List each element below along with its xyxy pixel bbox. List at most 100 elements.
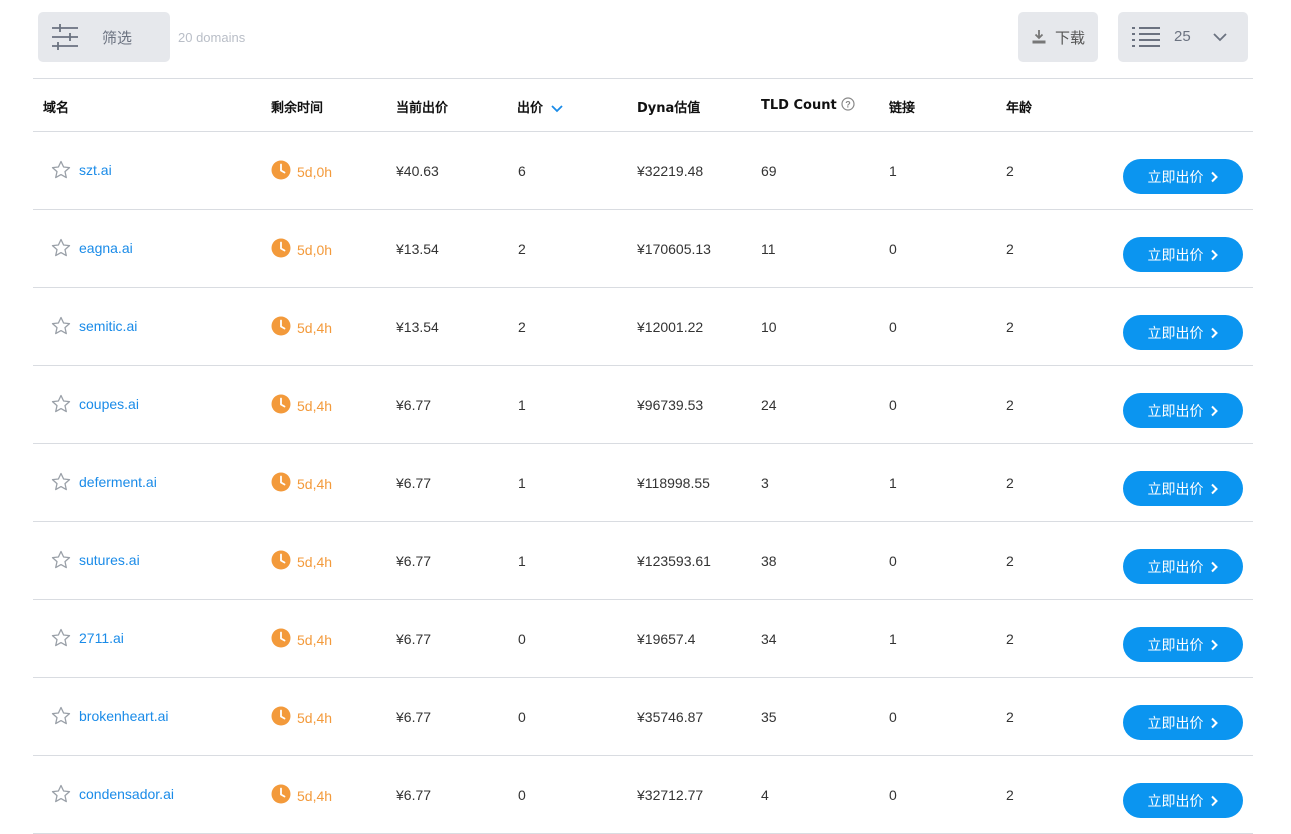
star-icon[interactable] xyxy=(51,394,71,414)
time-left-text: 5d,4h xyxy=(297,632,333,648)
dyna-value: ¥32712.77 xyxy=(637,787,704,803)
bid-now-button[interactable]: 立即出价 xyxy=(1123,393,1243,428)
dyna-value: ¥170605.13 xyxy=(637,241,711,257)
filter-label: 筛选 xyxy=(102,28,133,47)
clock-icon xyxy=(271,394,291,414)
col-dyna[interactable]: Dyna估值 xyxy=(637,97,700,116)
dyna-value: ¥12001.22 xyxy=(637,319,704,335)
star-icon[interactable] xyxy=(51,472,71,492)
star-icon[interactable] xyxy=(51,784,71,804)
bid-now-label: 立即出价 xyxy=(1147,325,1204,342)
page-size-value: 25 xyxy=(1174,28,1191,45)
chevron-right-icon xyxy=(1210,171,1218,182)
link-count: 0 xyxy=(889,553,897,569)
bid-count: 0 xyxy=(518,787,526,803)
help-icon[interactable]: ? xyxy=(841,97,855,111)
link-count: 0 xyxy=(889,709,897,725)
clock-icon xyxy=(271,784,291,804)
bid-now-button[interactable]: 立即出价 xyxy=(1123,549,1243,584)
col-current-bid[interactable]: 当前出价 xyxy=(396,97,448,116)
tld-count: 3 xyxy=(761,475,769,491)
time-left: 5d,4h xyxy=(271,316,332,336)
bid-now-label: 立即出价 xyxy=(1147,169,1204,186)
star-icon[interactable] xyxy=(51,160,71,180)
bid-count: 6 xyxy=(518,163,526,179)
age: 2 xyxy=(1006,397,1014,413)
star-icon[interactable] xyxy=(51,706,71,726)
age: 2 xyxy=(1006,163,1014,179)
link-count: 1 xyxy=(889,475,897,491)
time-left-text: 5d,0h xyxy=(297,164,333,180)
age: 2 xyxy=(1006,709,1014,725)
star-icon[interactable] xyxy=(51,316,71,336)
col-bids[interactable]: 出价 xyxy=(517,97,563,116)
download-button[interactable]: 下载 xyxy=(1018,12,1098,62)
domain-link[interactable]: 2711.ai xyxy=(79,630,124,646)
star-icon[interactable] xyxy=(51,550,71,570)
col-age[interactable]: 年龄 xyxy=(1006,97,1032,116)
current-bid: ¥6.77 xyxy=(396,397,432,413)
col-tld-count[interactable]: TLD Count? xyxy=(761,97,855,113)
col-tld-count-label: TLD Count xyxy=(761,98,837,113)
table-row: deferment.ai 5d,4h ¥6.77 1 ¥118998.55 3 … xyxy=(33,444,1253,522)
clock-icon xyxy=(271,160,291,180)
bid-count: 2 xyxy=(518,241,526,257)
table-row: coupes.ai 5d,4h ¥6.77 1 ¥96739.53 24 0 2… xyxy=(33,366,1253,444)
time-left: 5d,0h xyxy=(271,238,332,258)
filter-button[interactable]: 筛选 xyxy=(38,12,170,62)
link-count: 0 xyxy=(889,397,897,413)
domain-link[interactable]: semitic.ai xyxy=(79,318,137,334)
time-left-text: 5d,4h xyxy=(297,554,333,570)
bid-now-button[interactable]: 立即出价 xyxy=(1123,315,1243,350)
domain-link[interactable]: szt.ai xyxy=(79,162,112,178)
table-row: sutures.ai 5d,4h ¥6.77 1 ¥123593.61 38 0… xyxy=(33,522,1253,600)
current-bid: ¥6.77 xyxy=(396,475,432,491)
chevron-right-icon xyxy=(1210,249,1218,260)
domain-link[interactable]: brokenheart.ai xyxy=(79,708,169,724)
chevron-down-icon xyxy=(1213,33,1227,42)
download-label: 下载 xyxy=(1054,28,1085,47)
table-row: 2711.ai 5d,4h ¥6.77 0 ¥19657.4 34 1 2 立即… xyxy=(33,600,1253,678)
star-icon[interactable] xyxy=(51,628,71,648)
domain-link[interactable]: sutures.ai xyxy=(79,552,140,568)
current-bid: ¥6.77 xyxy=(396,787,432,803)
time-left: 5d,4h xyxy=(271,706,332,726)
bid-now-label: 立即出价 xyxy=(1147,481,1204,498)
bid-now-button[interactable]: 立即出价 xyxy=(1123,237,1243,272)
star-icon[interactable] xyxy=(51,238,71,258)
time-left-text: 5d,4h xyxy=(297,710,333,726)
bid-now-label: 立即出价 xyxy=(1147,559,1204,576)
current-bid: ¥6.77 xyxy=(396,631,432,647)
time-left: 5d,4h xyxy=(271,394,332,414)
table-header: 域名 剩余时间 当前出价 出价 Dyna估值 TLD Count? 链接 年龄 xyxy=(33,78,1253,132)
domain-link[interactable]: coupes.ai xyxy=(79,396,139,412)
domains-table: 域名 剩余时间 当前出价 出价 Dyna估值 TLD Count? 链接 年龄 … xyxy=(33,78,1253,834)
col-time-left[interactable]: 剩余时间 xyxy=(271,97,323,116)
bid-now-button[interactable]: 立即出价 xyxy=(1123,471,1243,506)
bid-now-button[interactable]: 立即出价 xyxy=(1123,627,1243,662)
tld-count: 10 xyxy=(761,319,777,335)
page-size-select[interactable]: 25 xyxy=(1118,12,1248,62)
tld-count: 4 xyxy=(761,787,769,803)
bid-now-button[interactable]: 立即出价 xyxy=(1123,783,1243,818)
col-links[interactable]: 链接 xyxy=(889,97,915,116)
bid-now-button[interactable]: 立即出价 xyxy=(1123,159,1243,194)
col-domain[interactable]: 域名 xyxy=(43,97,69,116)
domain-count: 20 domains xyxy=(178,30,246,45)
dyna-value: ¥118998.55 xyxy=(637,475,710,491)
clock-icon xyxy=(271,316,291,336)
bid-count: 0 xyxy=(518,631,526,647)
domain-link[interactable]: deferment.ai xyxy=(79,474,157,490)
table-row: condensador.ai 5d,4h ¥6.77 0 ¥32712.77 4… xyxy=(33,756,1253,834)
dyna-value: ¥96739.53 xyxy=(637,397,704,413)
bid-now-button[interactable]: 立即出价 xyxy=(1123,705,1243,740)
bid-now-label: 立即出价 xyxy=(1147,247,1204,264)
link-count: 1 xyxy=(889,631,897,647)
domain-link[interactable]: condensador.ai xyxy=(79,786,174,802)
table-body: szt.ai 5d,0h ¥40.63 6 ¥32219.48 69 1 2 立… xyxy=(33,132,1253,834)
clock-icon xyxy=(271,706,291,726)
age: 2 xyxy=(1006,241,1014,257)
domain-link[interactable]: eagna.ai xyxy=(79,240,133,256)
table-row: eagna.ai 5d,0h ¥13.54 2 ¥170605.13 11 0 … xyxy=(33,210,1253,288)
clock-icon xyxy=(271,628,291,648)
